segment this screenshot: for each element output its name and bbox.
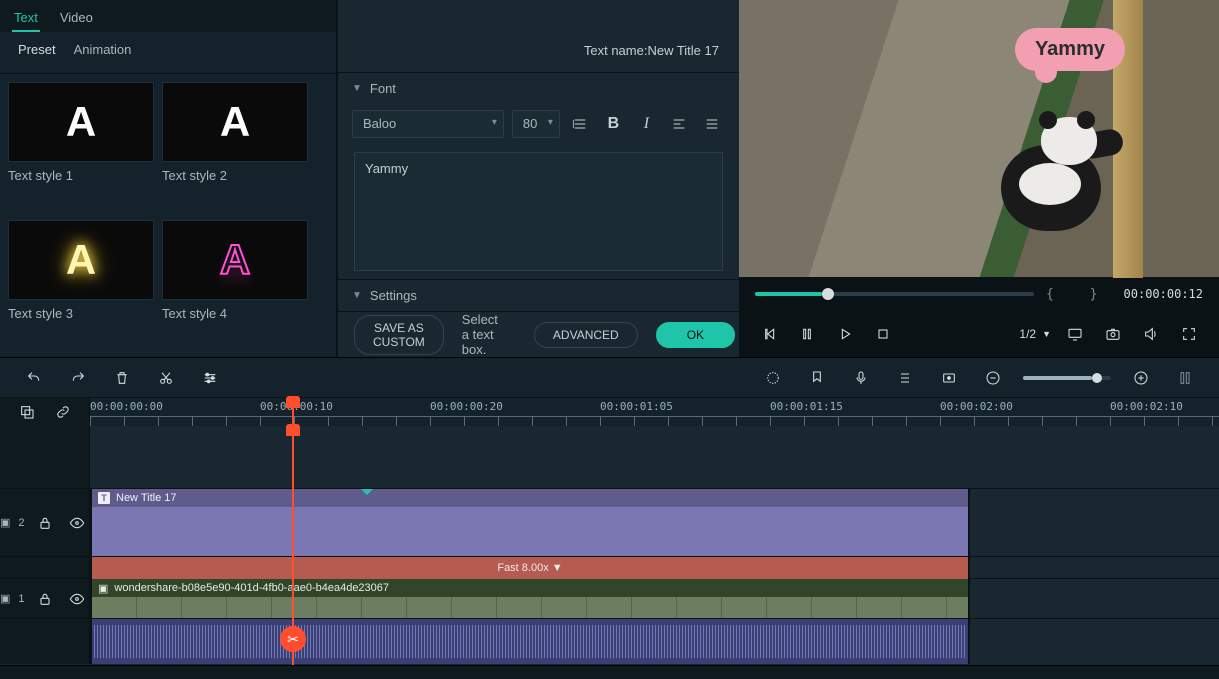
font-size-select[interactable]: 80: [512, 110, 560, 138]
color-wheel-icon[interactable]: [759, 364, 787, 392]
track-type-icon: ▣: [0, 516, 10, 529]
media-icon[interactable]: [13, 398, 41, 426]
horizontal-scrollbar[interactable]: [0, 665, 1219, 679]
text-name-label: Text name:: [584, 43, 648, 58]
preset-label: Text style 4: [162, 300, 308, 323]
zoom-slider[interactable]: [1023, 376, 1111, 380]
fit-icon[interactable]: [1171, 364, 1199, 392]
collapse-icon: ▼: [352, 83, 362, 94]
play-button[interactable]: [831, 320, 859, 348]
subtab-preset[interactable]: Preset: [18, 42, 56, 63]
subtab-animation[interactable]: Animation: [74, 42, 132, 63]
eye-icon[interactable]: [65, 509, 89, 537]
marker-icon[interactable]: [803, 364, 831, 392]
preset-item[interactable]: AText style 2: [162, 82, 308, 212]
lock-icon[interactable]: [33, 585, 57, 613]
tab-video[interactable]: Video: [58, 6, 95, 32]
text-content-box[interactable]: Yammy: [354, 152, 723, 271]
ok-button[interactable]: OK: [656, 322, 735, 348]
settings-section-label: Settings: [370, 288, 417, 303]
preview-subject: [993, 109, 1127, 249]
pause-button[interactable]: [793, 320, 821, 348]
volume-icon[interactable]: [1137, 320, 1165, 348]
undo-icon[interactable]: [20, 364, 48, 392]
track-2-label: 2: [18, 517, 24, 529]
fullscreen-icon[interactable]: [1175, 320, 1203, 348]
track-1-head: ▣ 1: [0, 579, 90, 618]
preset-grid: AText style 1 AText style 2 AText style …: [0, 74, 336, 357]
cut-icon[interactable]: [152, 364, 180, 392]
timeline-toolbar: [0, 358, 1219, 398]
ruler-label: 00:00:01:05: [600, 400, 673, 413]
ruler-label: 00:00:02:00: [940, 400, 1013, 413]
preset-label: Text style 1: [8, 162, 154, 185]
title-clip[interactable]: TNew Title 17: [90, 489, 970, 556]
timecode: 00:00:00:12: [1124, 287, 1203, 301]
line-spacing-icon[interactable]: [568, 110, 593, 138]
text-name-value: New Title 17: [647, 43, 719, 58]
video-clip-label: wondershare-b08e5e90-401d-4fb0-aae0-b4ea…: [114, 582, 389, 594]
bold-button[interactable]: B: [601, 110, 626, 138]
list-icon[interactable]: [891, 364, 919, 392]
link-icon[interactable]: [49, 398, 77, 426]
redo-icon[interactable]: [64, 364, 92, 392]
scissor-icon[interactable]: ✂: [280, 626, 306, 652]
zoom-out-icon[interactable]: [979, 364, 1007, 392]
preset-item[interactable]: AText style 1: [8, 82, 154, 212]
preset-item[interactable]: AText style 3: [8, 220, 154, 350]
audio-clip[interactable]: [90, 619, 970, 664]
speed-clip[interactable]: Fast 8.00x ▼: [90, 557, 970, 579]
track-2-head: ▣ 2: [0, 489, 90, 556]
align-justify-icon[interactable]: [700, 110, 725, 138]
ruler-label: 00:00:01:15: [770, 400, 843, 413]
video-clip[interactable]: ▣wondershare-b08e5e90-401d-4fb0-aae0-b4e…: [90, 579, 970, 618]
align-left-icon[interactable]: [667, 110, 692, 138]
settings-section-header[interactable]: ▼ Settings: [338, 279, 739, 311]
save-as-custom-button[interactable]: SAVE AS CUSTOM: [354, 315, 444, 355]
text-name-row: Text name: New Title 17: [338, 29, 739, 72]
frame-icon[interactable]: [935, 364, 963, 392]
preview-bubble[interactable]: Yammy: [1015, 28, 1125, 71]
track-1-label: 1: [18, 593, 24, 605]
snapshot-icon[interactable]: [1099, 320, 1127, 348]
collapse-icon: ▼: [352, 290, 362, 301]
track-type-icon: ▣: [0, 592, 10, 605]
ruler-label: 00:00:00:00: [90, 400, 163, 413]
italic-button[interactable]: I: [634, 110, 659, 138]
ruler-label: 00:00:00:20: [430, 400, 503, 413]
preview-scrubber[interactable]: [755, 292, 1034, 296]
preset-label: Text style 2: [162, 162, 308, 185]
zoom-ratio[interactable]: 1/2▼: [1019, 327, 1051, 341]
mark-braces: { }: [1046, 287, 1111, 302]
preset-label: Text style 3: [8, 300, 154, 323]
font-family-select[interactable]: Baloo: [352, 110, 504, 138]
display-icon[interactable]: [1061, 320, 1089, 348]
playhead[interactable]: ✂: [292, 426, 294, 665]
top-tabs: Text Video: [0, 0, 336, 32]
zoom-in-icon[interactable]: [1127, 364, 1155, 392]
preview-viewport[interactable]: Yammy: [739, 0, 1219, 277]
select-text-box-hint: Select a text box.: [462, 312, 498, 357]
prev-frame-button[interactable]: [755, 320, 783, 348]
eye-icon[interactable]: [65, 585, 89, 613]
stop-button[interactable]: [869, 320, 897, 348]
tab-text[interactable]: Text: [12, 6, 40, 32]
playhead[interactable]: [292, 398, 294, 426]
adjust-icon[interactable]: [196, 364, 224, 392]
font-section-label: Font: [370, 81, 396, 96]
sub-tabs: Preset Animation: [0, 32, 336, 74]
lock-icon[interactable]: [33, 509, 57, 537]
ruler-label: 00:00:02:10: [1110, 400, 1183, 413]
mic-icon[interactable]: [847, 364, 875, 392]
ruler-head: [0, 398, 90, 426]
title-clip-label: New Title 17: [116, 492, 177, 504]
delete-icon[interactable]: [108, 364, 136, 392]
advanced-button[interactable]: ADVANCED: [534, 322, 638, 348]
font-section-header[interactable]: ▼ Font: [338, 73, 739, 104]
timeline-ruler[interactable]: 00:00:00:0000:00:00:1000:00:00:2000:00:0…: [90, 398, 1219, 426]
preset-item[interactable]: AText style 4: [162, 220, 308, 350]
